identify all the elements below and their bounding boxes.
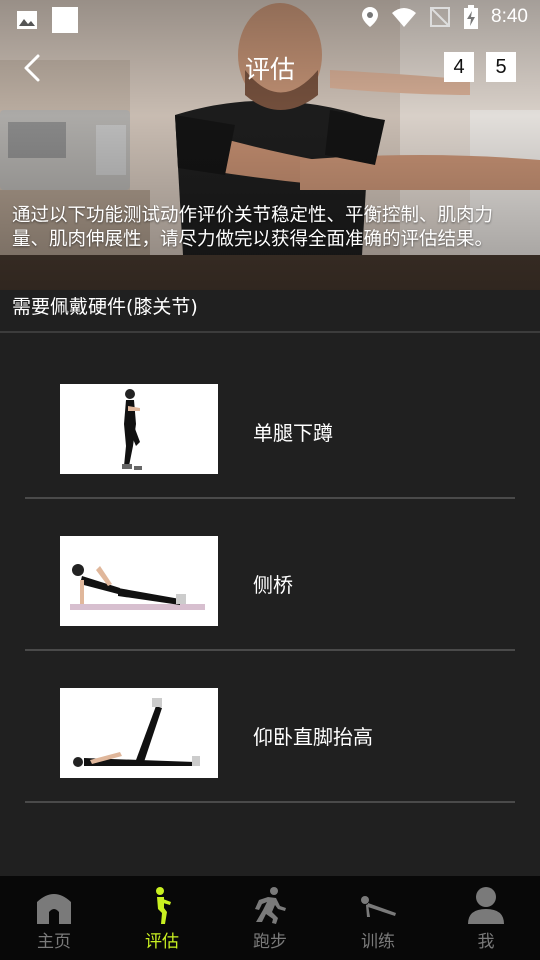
page-number-box[interactable]: 4 — [444, 52, 474, 82]
battery-charging-icon — [464, 5, 479, 29]
running-icon — [255, 887, 286, 924]
tab-home[interactable]: 主页 — [0, 876, 108, 960]
list-item[interactable]: 仰卧直脚抬高 — [0, 637, 540, 803]
tab-training[interactable]: 训练 — [324, 876, 432, 960]
no-signal-icon — [430, 7, 451, 27]
wifi-icon — [392, 8, 417, 27]
intro-text: 通过以下功能测试动作评价关节稳定性、平衡控制、肌肉力量、肌肉伸展性，请尽力做完以… — [12, 205, 494, 250]
image-icon — [17, 11, 37, 29]
status-bar: 8:40 — [0, 0, 540, 38]
exercise-label: 侧桥 — [253, 573, 293, 597]
status-time: 8:40 — [491, 6, 528, 27]
tab-me[interactable]: 我 — [432, 876, 540, 960]
divider — [25, 801, 515, 803]
exercise-label: 单腿下蹲 — [253, 421, 333, 445]
top-header: 评估 4 5 — [0, 40, 540, 96]
exercise-label: 仰卧直脚抬高 — [253, 725, 373, 749]
assessment-figure-icon — [156, 887, 171, 924]
tab-label: 跑步 — [253, 932, 287, 952]
page-indicator: 4 5 — [444, 52, 516, 82]
list-item[interactable]: 单腿下蹲 — [0, 333, 540, 499]
pushup-icon — [361, 896, 396, 917]
supine-straight-leg-raise-thumbnail — [60, 688, 218, 778]
square-icon — [52, 7, 78, 33]
side-plank-thumbnail — [60, 536, 218, 626]
person-icon — [468, 887, 504, 924]
tab-running[interactable]: 跑步 — [216, 876, 324, 960]
home-icon — [37, 894, 71, 924]
hardware-note: 需要佩戴硬件(膝关节) — [12, 296, 198, 318]
tab-assessment[interactable]: 评估 — [108, 876, 216, 960]
bottom-tab-bar: 主页 评估 跑步 训练 我 — [0, 876, 540, 960]
tab-label: 训练 — [361, 932, 395, 952]
single-leg-squat-thumbnail — [60, 384, 218, 474]
tab-label: 我 — [477, 932, 495, 952]
tab-label: 主页 — [37, 932, 71, 952]
tab-label: 评估 — [145, 932, 179, 952]
page-number-box[interactable]: 5 — [486, 52, 516, 82]
list-item[interactable]: 侧桥 — [0, 485, 540, 651]
location-icon — [362, 7, 379, 27]
